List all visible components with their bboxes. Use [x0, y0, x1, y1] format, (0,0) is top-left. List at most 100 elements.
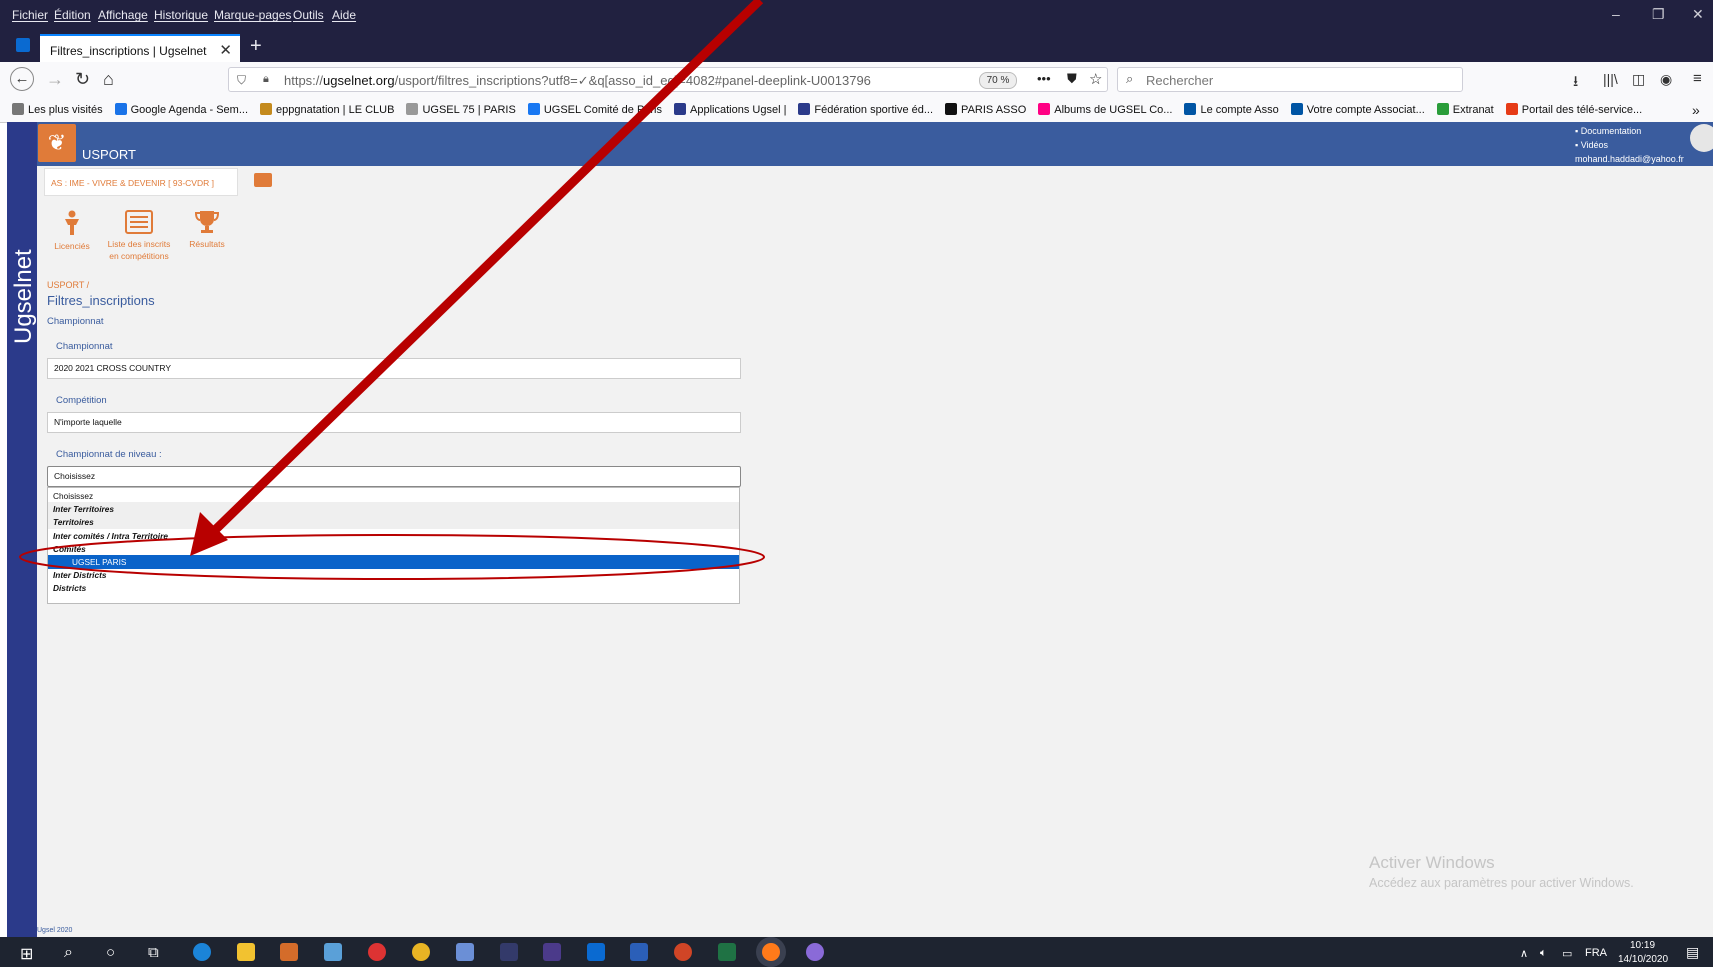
bookmark-item[interactable]: Les plus visités	[12, 103, 103, 116]
championnat-select[interactable]: 2020 2021 CROSS COUNTRY	[47, 358, 741, 379]
clock-date[interactable]: 14/10/2020	[1618, 954, 1668, 965]
niveau-select[interactable]: Choisissez	[47, 466, 741, 487]
outlook-tab-icon[interactable]	[16, 38, 30, 52]
bookmark-item[interactable]: Applications Ugsel |	[674, 103, 786, 116]
menu-outils[interactable]: Outils	[293, 8, 324, 22]
bookmark-item[interactable]: Fédération sportive éd...	[798, 103, 933, 116]
bookmark-item[interactable]: Votre compte Associat...	[1290, 103, 1425, 116]
teams-icon[interactable]	[456, 943, 474, 961]
app-icon-1[interactable]	[280, 943, 298, 961]
close-window-icon[interactable]: ✕	[1692, 6, 1704, 23]
back-icon[interactable]: ←	[10, 67, 34, 91]
dropdown-option[interactable]: Territoires	[48, 515, 739, 530]
app-icon-2[interactable]	[324, 943, 342, 961]
dropdown-option[interactable]: Districts	[48, 581, 739, 595]
home-icon[interactable]: ⌂	[103, 69, 114, 90]
word-icon[interactable]	[630, 943, 648, 961]
menu-affichage[interactable]: Affichage	[98, 8, 148, 22]
task-view-icon[interactable]: ⧉	[148, 944, 159, 961]
search-input[interactable]: ⌕ Rechercher	[1117, 67, 1463, 92]
bookmark-favicon-icon	[114, 103, 127, 115]
url-bar[interactable]: ⛉ 🔒︎ https://ugselnet.org/usport/filtres…	[228, 67, 1108, 92]
documentation-link[interactable]: ▪ Documentation	[1575, 124, 1684, 138]
edge-icon[interactable]	[193, 943, 211, 961]
sidebar-toggle-icon[interactable]: ◫	[1632, 71, 1645, 88]
bookmark-item[interactable]: PARIS ASSO	[945, 103, 1026, 116]
reload-icon[interactable]: ↻	[75, 69, 90, 90]
tray-chevron-icon[interactable]: ∧	[1520, 947, 1528, 960]
app-icon-6[interactable]	[806, 943, 824, 961]
bookmark-label: Fédération sportive éd...	[814, 104, 934, 116]
resultats-link[interactable]: Résultats	[186, 210, 228, 250]
chat-icon[interactable]	[254, 173, 272, 187]
bookmark-item[interactable]: Portail des télé-service...	[1505, 103, 1642, 116]
dropdown-option[interactable]: Choisissez	[48, 489, 739, 503]
competition-select[interactable]: N'importe laquelle	[47, 412, 741, 433]
person-icon	[65, 210, 79, 235]
licencies-link[interactable]: Licenciés	[52, 210, 92, 252]
dropdown-option[interactable]: Inter Territoires	[48, 502, 739, 517]
file-explorer-icon[interactable]	[237, 943, 255, 961]
more-icon[interactable]: •••	[1037, 71, 1051, 86]
dropdown-option[interactable]: Inter Districts	[48, 568, 739, 582]
app-icon-4[interactable]	[500, 943, 518, 961]
notifications-icon[interactable]: ▤	[1686, 944, 1699, 961]
bookmark-star-icon[interactable]: ☆	[1089, 70, 1102, 88]
restore-icon[interactable]: ❐	[1652, 6, 1665, 23]
shield-icon[interactable]: ⛉	[237, 73, 246, 88]
app-icon-3[interactable]	[368, 943, 386, 961]
bookmark-item[interactable]: Le compte Asso	[1184, 103, 1279, 116]
outlook-icon[interactable]	[587, 943, 605, 961]
breadcrumb[interactable]: USPORT /	[47, 280, 89, 290]
downloads-icon[interactable]: ⭳	[1573, 71, 1578, 96]
windows-start-icon[interactable]: ⊞	[20, 944, 33, 964]
cortana-icon[interactable]: ○	[106, 944, 115, 961]
usport-logo[interactable]: ❦	[38, 124, 76, 162]
menu-fichier[interactable]: Fichier	[12, 8, 48, 22]
taskbar-search-icon[interactable]: ⌕	[64, 944, 73, 962]
bookmarks-overflow-icon[interactable]: »	[1692, 102, 1700, 118]
bookmark-favicon-icon	[674, 103, 687, 115]
menu-marque-pages[interactable]: Marque-pages	[214, 8, 291, 22]
dropdown-option[interactable]: Inter comités / Intra Territoire	[48, 529, 739, 543]
account-icon[interactable]: ◉	[1660, 71, 1672, 88]
videos-link[interactable]: ▪ Vidéos	[1575, 138, 1684, 152]
volume-icon[interactable]: 🔈︎	[1540, 947, 1547, 960]
new-tab-icon[interactable]: +	[250, 35, 262, 58]
user-email[interactable]: mohand.haddadi@yahoo.fr	[1575, 152, 1684, 166]
bookmark-favicon-icon	[406, 103, 419, 115]
bookmark-item[interactable]: Extranat	[1436, 103, 1494, 116]
bookmark-item[interactable]: UGSEL Comité de Paris	[527, 103, 662, 116]
excel-icon[interactable]	[718, 943, 736, 961]
library-icon[interactable]: |||\	[1603, 71, 1618, 87]
firefox-icon[interactable]	[762, 943, 780, 961]
dropdown-option[interactable]: Comités	[48, 542, 739, 556]
bookmark-item[interactable]: Google Agenda - Sem...	[114, 103, 248, 116]
liste-inscrits-link[interactable]: Liste des inscrits en compétitions	[104, 210, 174, 262]
hamburger-menu-icon[interactable]: ≡	[1693, 70, 1702, 87]
bookmark-item[interactable]: eppgnatation | LE CLUB	[260, 103, 394, 116]
menu-aide[interactable]: Aide	[332, 8, 356, 22]
network-icon[interactable]: ▭	[1562, 947, 1572, 960]
app-icon-5[interactable]	[543, 943, 561, 961]
tab-close-icon[interactable]: ✕	[219, 41, 232, 59]
zoom-indicator[interactable]: 70 %	[979, 72, 1017, 89]
association-tab[interactable]: AS : IME - VIVRE & DEVENIR [ 93-CVDR ]	[44, 168, 238, 196]
chrome-icon[interactable]	[412, 943, 430, 961]
tab-filtres-inscriptions[interactable]: Filtres_inscriptions | Ugselnet ✕	[40, 34, 240, 64]
forward-icon[interactable]: →	[46, 69, 64, 90]
menu-historique[interactable]: Historique	[154, 8, 208, 22]
language-indicator[interactable]: FRA	[1585, 947, 1607, 959]
page-title: Filtres_inscriptions	[47, 293, 155, 308]
bookmark-item[interactable]: Albums de UGSEL Co...	[1038, 103, 1172, 116]
powerpoint-icon[interactable]	[674, 943, 692, 961]
menu-edition[interactable]: Édition	[54, 8, 91, 22]
bookmark-item[interactable]: UGSEL 75 | PARIS	[406, 103, 516, 116]
pocket-icon[interactable]: ⛊	[1067, 71, 1077, 87]
bookmark-favicon-icon	[1505, 103, 1518, 115]
minimize-icon[interactable]: –	[1612, 6, 1620, 22]
dropdown-option[interactable]: UGSEL PARIS	[48, 555, 739, 569]
avatar[interactable]	[1690, 124, 1713, 152]
clock-time[interactable]: 10:19	[1630, 940, 1655, 951]
lock-icon[interactable]: 🔒︎	[263, 73, 269, 86]
